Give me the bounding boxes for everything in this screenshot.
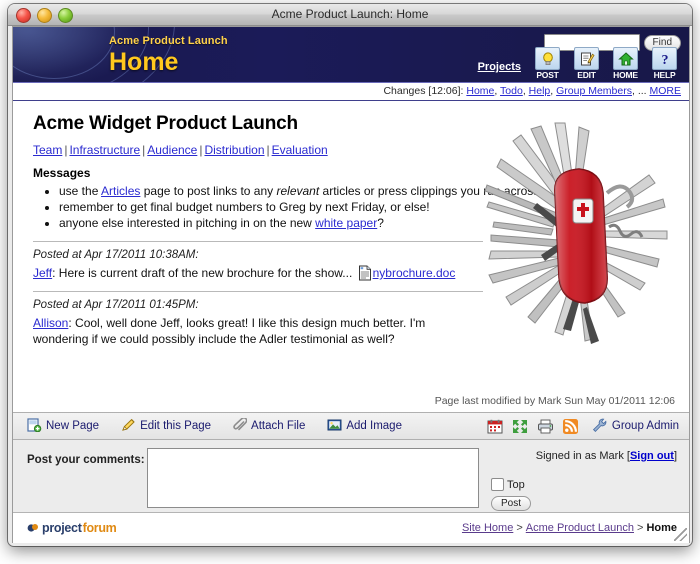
post-author-link[interactable]: Allison: [33, 316, 68, 330]
comment-label: Post your comments:: [27, 454, 145, 466]
changes-more-link[interactable]: MORE: [650, 85, 682, 97]
breadcrumb-current: Home: [646, 522, 677, 534]
window-titlebar: Acme Product Launch: Home: [8, 4, 692, 26]
post-text: : Here is current draft of the new broch…: [52, 266, 356, 280]
home-button[interactable]: HOME: [609, 47, 642, 80]
action-toolbar: New Page Edit this Page Attach File Add …: [13, 412, 689, 440]
page-footer: project forum Site Home > Acme Product Laun…: [13, 512, 689, 543]
help-label: HELP: [653, 70, 676, 80]
breadcrumb-separator: >: [637, 522, 644, 534]
signed-in-suffix: ]: [673, 450, 677, 462]
new-page-icon: [27, 417, 42, 435]
pencil-notepad-icon: [574, 47, 599, 70]
message-text: remember to get final budget numbers to …: [59, 200, 430, 214]
projectforum-logo: project forum: [27, 521, 117, 535]
post-button[interactable]: POST: [531, 47, 564, 80]
message-emphasis: relevant: [276, 184, 320, 198]
signed-in-status: Signed in as Mark [Sign out]: [536, 450, 677, 462]
banner-titles: Acme Product Launch Home: [109, 35, 228, 76]
divider: [33, 241, 483, 242]
attachment-link[interactable]: nybrochure.doc: [373, 266, 456, 280]
signed-in-prefix: Signed in as Mark [: [535, 450, 630, 462]
edit-label: EDIT: [577, 70, 596, 80]
group-admin-button[interactable]: Group Admin: [592, 418, 679, 435]
new-page-label: New Page: [46, 420, 100, 432]
add-image-button[interactable]: Add Image: [327, 418, 402, 435]
changes-link-home[interactable]: Home: [466, 85, 494, 97]
post-comment-button[interactable]: Post: [491, 496, 532, 511]
nav-link-distribution[interactable]: Distribution: [204, 143, 264, 157]
top-checkbox-row: Top: [491, 478, 551, 491]
site-name: Acme Product Launch: [109, 35, 228, 47]
message-text: page to post links to any: [140, 184, 277, 198]
top-checkbox[interactable]: [491, 478, 504, 491]
pencil-icon: [121, 418, 136, 435]
add-image-label: Add Image: [346, 420, 402, 432]
printer-icon[interactable]: [537, 419, 554, 434]
home-label: HOME: [613, 70, 638, 80]
sign-out-link[interactable]: Sign out: [630, 450, 674, 462]
divider: [33, 291, 483, 292]
window-title: Acme Product Launch: Home: [271, 7, 429, 21]
browser-window: Acme Product Launch: Home Acme Product L…: [8, 4, 692, 546]
house-icon: [613, 47, 638, 70]
message-text: anyone else interested in pitching in on…: [59, 216, 316, 230]
logo-text-project: project: [42, 521, 82, 535]
banner-nav: Projects POST EDIT HOME ? HELP: [478, 47, 681, 80]
last-modified-text: Page last modified by Mark Sun May 01/20…: [434, 395, 675, 407]
attach-file-button[interactable]: Attach File: [233, 416, 306, 435]
message-text: use the: [59, 184, 102, 198]
paperclip-icon: [233, 416, 248, 435]
breadcrumb-site-home[interactable]: Site Home: [462, 522, 513, 534]
projects-link[interactable]: Projects: [478, 61, 521, 73]
changes-ellipsis: ...: [637, 85, 647, 97]
post-label: POST: [536, 70, 559, 80]
document-icon: [358, 265, 372, 285]
edit-page-label: Edit this Page: [140, 420, 212, 432]
post-body: Allison: Cool, well done Jeff, looks gre…: [33, 315, 463, 347]
top-checkbox-label: Top: [507, 478, 525, 491]
swiss-army-knife-photo: [467, 107, 685, 355]
edit-page-button[interactable]: Edit this Page: [121, 418, 211, 435]
breadcrumb-separator: >: [516, 522, 523, 534]
expand-arrows-icon[interactable]: [512, 419, 528, 434]
breadcrumb: Site Home > Acme Product Launch > Home: [462, 522, 677, 534]
rss-icon[interactable]: [562, 418, 578, 434]
changes-prefix: Changes [12:06]:: [383, 85, 464, 97]
question-mark-icon: ?: [652, 47, 677, 70]
changes-link-group-members[interactable]: Group Members: [556, 85, 632, 97]
edit-button[interactable]: EDIT: [570, 47, 603, 80]
image-icon: [327, 418, 342, 435]
nav-link-team[interactable]: Team: [33, 143, 62, 157]
page-body: Acme Product Launch Home Find Projects P…: [12, 26, 690, 543]
post-author-link[interactable]: Jeff: [33, 266, 52, 280]
attach-file-label: Attach File: [251, 420, 306, 432]
svg-text:?: ?: [661, 53, 668, 67]
wrench-icon: [592, 418, 608, 435]
main-content: Acme Widget Product Launch Team | Infrastr…: [13, 101, 689, 389]
post-text: : Cool, well done Jeff, looks great! I l…: [33, 316, 426, 346]
logo-text-forum: forum: [82, 521, 117, 535]
logo-mark-icon: [27, 522, 39, 534]
group-admin-label: Group Admin: [611, 420, 679, 432]
message-text: ?: [377, 216, 384, 230]
breadcrumb-acme-product-launch[interactable]: Acme Product Launch: [526, 522, 634, 534]
resize-grip[interactable]: [674, 528, 687, 541]
help-button[interactable]: ? HELP: [648, 47, 681, 80]
calendar-icon[interactable]: [487, 419, 503, 434]
new-page-button[interactable]: New Page: [27, 417, 100, 435]
comment-input[interactable]: [147, 448, 479, 508]
articles-link[interactable]: Articles: [101, 184, 140, 198]
page-title: Home: [109, 48, 179, 76]
nav-link-evaluation[interactable]: Evaluation: [272, 143, 328, 157]
comment-form: Post your comments: Top Post Signed in a…: [13, 440, 689, 512]
nav-link-audience[interactable]: Audience: [147, 143, 197, 157]
recent-changes-bar: Changes [12:06]: Home, Todo, Help, Group…: [13, 83, 689, 101]
nav-link-infrastructure[interactable]: Infrastructure: [69, 143, 140, 157]
lightbulb-icon: [535, 47, 560, 70]
site-banner: Acme Product Launch Home Find Projects P…: [13, 27, 689, 83]
changes-link-todo[interactable]: Todo: [500, 85, 523, 97]
changes-link-help[interactable]: Help: [529, 85, 551, 97]
white-paper-link[interactable]: white paper: [315, 216, 377, 230]
